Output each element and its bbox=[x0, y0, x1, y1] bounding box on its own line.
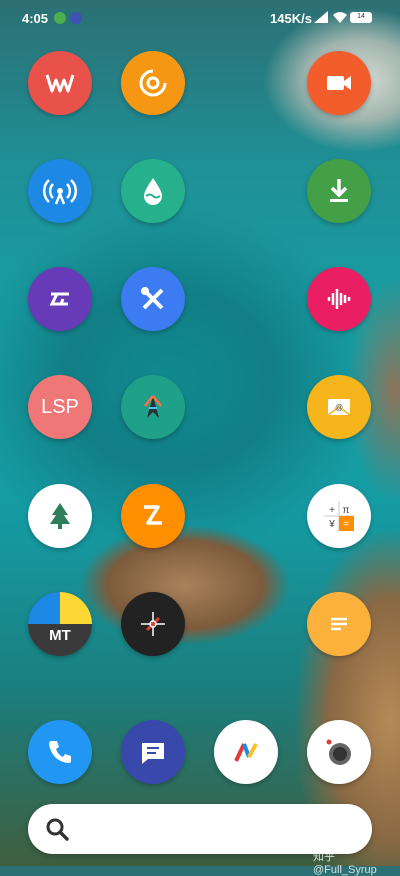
lsposed-app[interactable]: LSP bbox=[28, 375, 92, 439]
calculator-app[interactable]: + π ¥ = bbox=[307, 484, 371, 548]
chat-bubble-icon bbox=[142, 743, 164, 764]
screen-recorder-icon bbox=[139, 69, 167, 97]
wrench-screwdriver-icon bbox=[141, 287, 164, 310]
notes-app[interactable] bbox=[307, 592, 371, 656]
browser-app[interactable] bbox=[214, 720, 278, 784]
wps-office-app[interactable] bbox=[28, 51, 92, 115]
network-speed: 145K/s bbox=[270, 11, 312, 26]
magisk-app[interactable] bbox=[121, 375, 185, 439]
camera-lens-icon bbox=[326, 739, 351, 765]
browser-icon bbox=[234, 743, 258, 762]
calculator-icon: + π ¥ = bbox=[324, 501, 354, 531]
tools-app[interactable] bbox=[121, 267, 185, 331]
phone-icon bbox=[49, 741, 71, 763]
phone-app[interactable] bbox=[28, 720, 92, 784]
video-camera-app[interactable] bbox=[307, 51, 371, 115]
svg-text:π: π bbox=[343, 505, 350, 516]
search-bar[interactable] bbox=[28, 804, 372, 854]
screen-recorder-app[interactable] bbox=[121, 51, 185, 115]
glyph-app[interactable] bbox=[28, 267, 92, 331]
signal-icon bbox=[314, 11, 328, 26]
zarchiver-app[interactable] bbox=[121, 484, 185, 548]
notes-icon bbox=[331, 617, 347, 631]
zarchiver-icon bbox=[144, 505, 162, 525]
messages-app[interactable] bbox=[121, 720, 185, 784]
sound-wave-icon bbox=[327, 289, 351, 309]
mt-manager-icon bbox=[28, 592, 92, 624]
search-icon bbox=[46, 818, 69, 841]
svg-text:=: = bbox=[343, 519, 349, 530]
notification-icon bbox=[54, 12, 66, 24]
svg-text:+: + bbox=[329, 505, 335, 516]
mt-manager-label: MT bbox=[49, 626, 71, 644]
camera-app[interactable] bbox=[307, 720, 371, 784]
magisk-icon bbox=[144, 395, 162, 418]
notification-icon bbox=[70, 12, 82, 24]
tree-app[interactable] bbox=[28, 484, 92, 548]
drop-app[interactable] bbox=[121, 159, 185, 223]
wifi-icon bbox=[333, 11, 347, 26]
downloads-app[interactable] bbox=[307, 159, 371, 223]
download-icon bbox=[330, 179, 348, 202]
svg-text:¥: ¥ bbox=[328, 519, 335, 530]
svg-text:@: @ bbox=[335, 403, 343, 412]
lsposed-label: LSP bbox=[41, 395, 79, 418]
envelope-icon: @ bbox=[327, 399, 351, 416]
tree-icon bbox=[50, 503, 70, 529]
watermark: 知乎 @Full_Syrup bbox=[313, 851, 377, 876]
wifi-tool-app[interactable] bbox=[28, 159, 92, 223]
mt-manager-app[interactable]: MT bbox=[28, 592, 92, 656]
compass-icon bbox=[141, 612, 165, 636]
wifi-broadcast-icon bbox=[43, 179, 77, 205]
wps-office-icon bbox=[45, 74, 75, 93]
water-drop-icon bbox=[144, 178, 162, 205]
compass-app[interactable] bbox=[121, 592, 185, 656]
status-bar: 4:05 145K/s 14 bbox=[0, 0, 400, 34]
battery-icon: 14 bbox=[350, 12, 372, 23]
glyph-icon bbox=[49, 292, 69, 306]
email-app[interactable]: @ bbox=[307, 375, 371, 439]
video-camera-icon bbox=[327, 76, 351, 90]
status-time: 4:05 bbox=[22, 11, 49, 26]
voice-recorder-app[interactable] bbox=[307, 267, 371, 331]
